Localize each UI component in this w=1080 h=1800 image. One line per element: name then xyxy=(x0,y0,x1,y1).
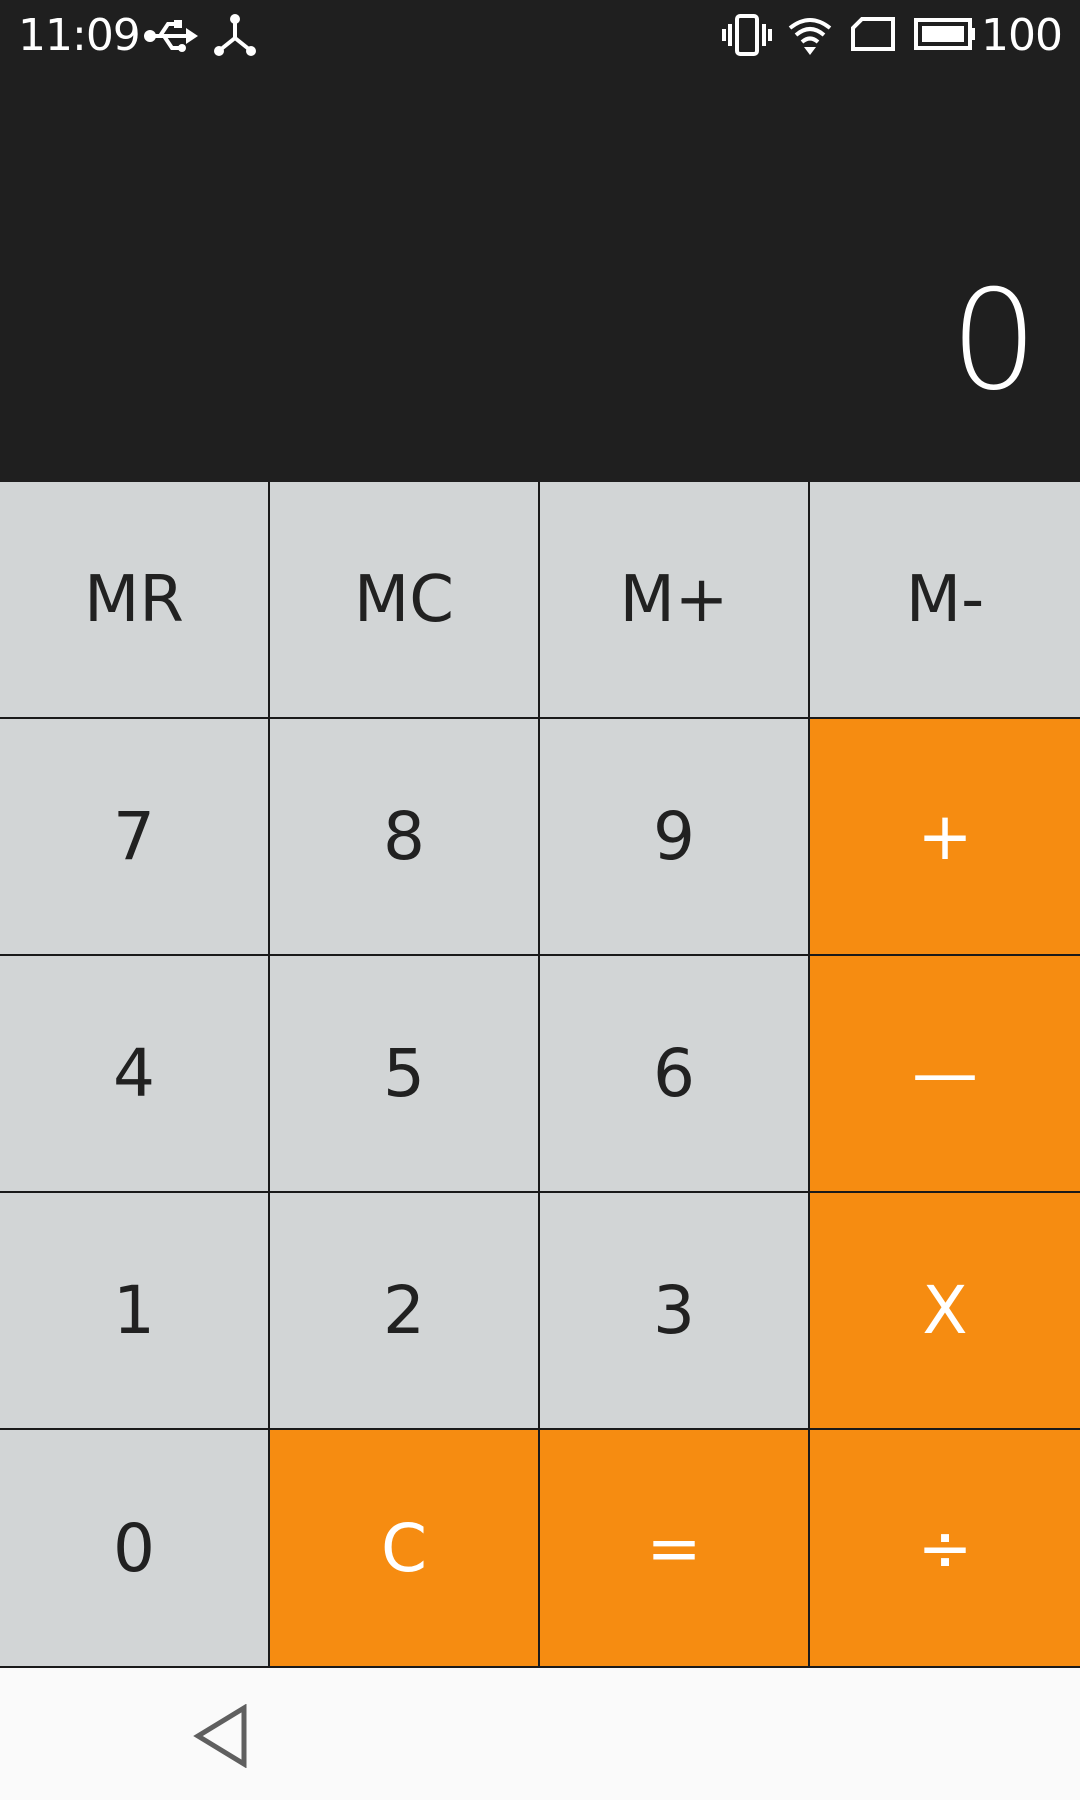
wifi-icon xyxy=(786,14,834,61)
memory-subtract-button[interactable]: M- xyxy=(810,482,1080,719)
back-triangle-icon[interactable] xyxy=(192,1703,252,1773)
digit-1-button[interactable]: 1 xyxy=(0,1193,270,1430)
vibrate-icon xyxy=(722,12,772,63)
digit-7-button[interactable]: 7 xyxy=(0,719,270,956)
digit-4-button[interactable]: 4 xyxy=(0,956,270,1193)
add-button[interactable]: + xyxy=(810,719,1080,956)
display-value: 0 xyxy=(950,260,1038,421)
digit-6-button[interactable]: 6 xyxy=(540,956,810,1193)
digit-5-button[interactable]: 5 xyxy=(270,956,540,1193)
navigation-bar xyxy=(0,1668,1080,1800)
clear-button[interactable]: C xyxy=(270,1430,540,1668)
sim-icon xyxy=(850,16,896,57)
subtract-button[interactable]: — xyxy=(810,956,1080,1193)
multiply-button[interactable]: X xyxy=(810,1193,1080,1430)
usb-icon xyxy=(142,16,198,61)
share-icon xyxy=(212,12,258,63)
battery-level-text: 100 xyxy=(981,10,1063,61)
digit-2-button[interactable]: 2 xyxy=(270,1193,540,1430)
memory-recall-button[interactable]: MR xyxy=(0,482,270,719)
digit-9-button[interactable]: 9 xyxy=(540,719,810,956)
status-time: 11:09 xyxy=(18,10,141,61)
battery-icon xyxy=(914,18,976,55)
digit-8-button[interactable]: 8 xyxy=(270,719,540,956)
status-bar: 11:09 100 xyxy=(0,0,1080,72)
memory-clear-button[interactable]: MC xyxy=(270,482,540,719)
digit-3-button[interactable]: 3 xyxy=(540,1193,810,1430)
keypad: MR MC M+ M- 7 8 9 + 4 5 6 — 1 2 3 X 0 C … xyxy=(0,482,1080,1668)
memory-add-button[interactable]: M+ xyxy=(540,482,810,719)
calculator-display: 0 xyxy=(0,72,1080,482)
digit-0-button[interactable]: 0 xyxy=(0,1430,270,1668)
calculator-screen: 11:09 100 0 MR MC M+ M- 7 8 9 + 4 5 6 — … xyxy=(0,0,1080,1800)
equals-button[interactable]: = xyxy=(540,1430,810,1668)
divide-button[interactable]: ÷ xyxy=(810,1430,1080,1668)
